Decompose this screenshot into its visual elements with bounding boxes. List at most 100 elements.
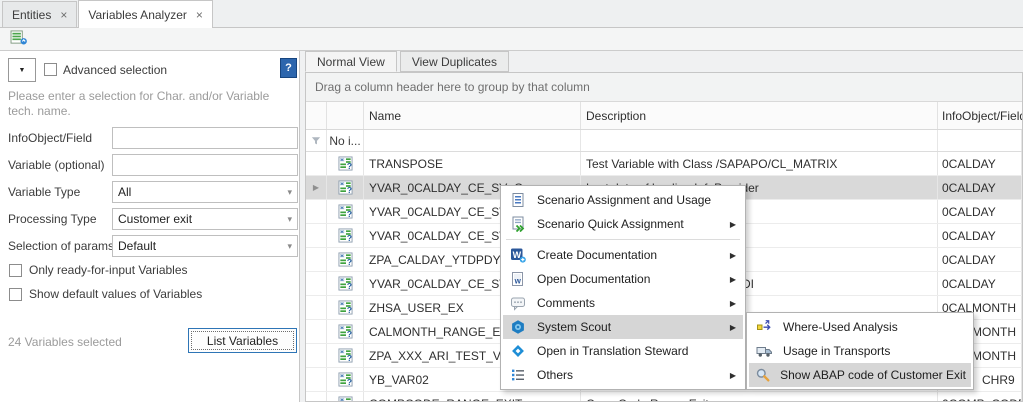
scenario-quick-assignment-icon xyxy=(508,216,528,232)
row-indicator xyxy=(306,320,327,343)
variable-question-icon: ? xyxy=(327,392,364,402)
help-button[interactable]: ? xyxy=(280,58,297,78)
advanced-selection-checkbox[interactable] xyxy=(44,63,57,76)
comments-icon xyxy=(508,295,528,311)
menu-item-system-scout[interactable]: System Scout ▶ xyxy=(503,315,743,339)
only-ready-for-input-variables-checkbox[interactable] xyxy=(9,264,22,277)
only-ready-for-input-variables-label: Only ready-for-input Variables xyxy=(29,263,188,277)
menu-item-scenario-quick-assignment[interactable]: Scenario Quick Assignment▶ xyxy=(503,212,743,236)
svg-text:?: ? xyxy=(346,305,351,315)
submenu-arrow-icon: ▶ xyxy=(730,251,738,260)
tab-label: Entities xyxy=(12,8,51,22)
menu-item-others[interactable]: Others▶ xyxy=(503,363,743,387)
show-default-values-of-variables-label: Show default values of Variables xyxy=(29,287,202,301)
window-tab-bar: Entities × Variables Analyzer × xyxy=(0,0,1023,28)
menu-item-where-used-analysis[interactable]: Where-Used Analysis xyxy=(749,315,971,339)
cell-description[interactable]: CompCode Range Exit xyxy=(581,392,938,402)
variable-question-icon: ? xyxy=(327,272,364,295)
list-variables-button[interactable]: List Variables xyxy=(188,328,297,353)
filter-row: No i... xyxy=(306,130,1022,152)
selection-of-params-value: Default xyxy=(118,239,156,253)
cell-infoobject[interactable]: 0CALDAY xyxy=(938,272,1022,295)
filter-icon xyxy=(310,135,322,147)
cell-description[interactable]: Test Variable with Class /SAPAPO/CL_MATR… xyxy=(581,152,938,175)
chevron-down-icon: ▼ xyxy=(19,67,26,74)
create-documentation-icon: W xyxy=(508,247,528,263)
view-tab-normal-view[interactable]: Normal View xyxy=(305,51,397,72)
variable-question-icon: ? xyxy=(327,344,364,367)
cell-name[interactable]: TRANSPOSE xyxy=(364,152,581,175)
menu-separator xyxy=(506,239,740,240)
view-tab-view-duplicates[interactable]: View Duplicates xyxy=(400,51,509,72)
menu-item-open-documentation[interactable]: wOpen Documentation▶ xyxy=(503,267,743,291)
menu-item-create-documentation[interactable]: W Create Documentation ▶ xyxy=(503,243,743,267)
menu-item-show-abap-code-of-customer-exit[interactable]: Show ABAP code of Customer Exit xyxy=(749,363,971,387)
menu-item-label: Open Documentation xyxy=(537,272,650,286)
svg-text:?: ? xyxy=(346,257,351,267)
selection-menu-button[interactable]: ▼ xyxy=(8,58,36,82)
show-default-values-of-variables-checkbox[interactable] xyxy=(9,288,22,301)
variable-optional-input[interactable] xyxy=(112,154,298,176)
row-indicator xyxy=(306,224,327,247)
infoobject-field-input[interactable] xyxy=(112,127,298,149)
processing-type-select[interactable]: Customer exit▾ xyxy=(112,208,298,230)
cell-infoobject[interactable]: 0CALDAY xyxy=(938,176,1022,199)
field-row-variable-optional: Variable (optional) xyxy=(8,154,298,178)
row-indicator xyxy=(306,344,327,367)
column-header-description[interactable]: Description xyxy=(581,102,938,129)
cell-infoobject[interactable]: 0COMP_CODE xyxy=(938,392,1022,402)
selection-of-params-select[interactable]: Default▾ xyxy=(112,235,298,257)
table-row[interactable]: ?COMPCODE_RANGE_EXITCompCode Range Exit0… xyxy=(306,392,1022,402)
row-indicator xyxy=(306,200,327,223)
checkbox-row-show-default-values-of-variables: Show default values of Variables xyxy=(9,286,202,302)
variable-question-icon: ? xyxy=(327,248,364,271)
cell-infoobject[interactable]: 0CALDAY xyxy=(938,248,1022,271)
svg-text:?: ? xyxy=(346,377,351,387)
context-menu: Scenario Assignment and UsageScenario Qu… xyxy=(500,185,746,390)
variable-type-value: All xyxy=(118,185,131,199)
group-by-bar[interactable]: Drag a column header here to group by th… xyxy=(306,73,1022,102)
transport-truck-icon xyxy=(754,344,774,359)
tab-entities[interactable]: Entities × xyxy=(2,1,77,27)
cell-name[interactable]: COMPCODE_RANGE_EXIT xyxy=(364,392,581,402)
menu-item-label: Create Documentation xyxy=(537,248,657,262)
cell-infoobject[interactable]: 0CALDAY xyxy=(938,152,1022,175)
filter-cell-name[interactable] xyxy=(364,130,581,151)
variable-question-icon: ? xyxy=(327,200,364,223)
menu-item-usage-in-transports[interactable]: Usage in Transports xyxy=(749,339,971,363)
menu-item-open-in-translation-steward[interactable]: Open in Translation Steward xyxy=(503,339,743,363)
row-indicator xyxy=(306,368,327,391)
advanced-selection-label: Advanced selection xyxy=(63,63,167,77)
close-icon[interactable]: × xyxy=(196,9,203,21)
variable-question-icon: ? xyxy=(327,296,364,319)
processing-type-value: Customer exit xyxy=(118,212,192,226)
table-header: NameDescriptionInfoObject/Field xyxy=(306,102,1022,130)
filter-cell-icon[interactable]: No i... xyxy=(327,130,364,151)
field-row-infoobject-field: InfoObject/Field xyxy=(8,127,298,151)
close-icon[interactable]: × xyxy=(60,9,67,21)
menu-item-label: System Scout xyxy=(537,320,611,334)
field-row-processing-type: Processing TypeCustomer exit▾ xyxy=(8,208,298,232)
menu-item-comments[interactable]: Comments▶ xyxy=(503,291,743,315)
column-header-icon[interactable] xyxy=(327,102,364,129)
excel-export-icon[interactable] xyxy=(10,30,28,48)
cell-infoobject[interactable]: 0CALDAY xyxy=(938,224,1022,247)
column-header-indicator[interactable] xyxy=(306,102,327,129)
column-header-infoobject-field[interactable]: InfoObject/Field xyxy=(938,102,1023,129)
chevron-down-icon: ▾ xyxy=(287,187,292,198)
submenu-arrow-icon: ▶ xyxy=(730,323,738,332)
column-header-name[interactable]: Name xyxy=(364,102,581,129)
cell-infoobject[interactable]: 0CALDAY xyxy=(938,200,1022,223)
variable-type-select[interactable]: All ▾ xyxy=(112,181,298,203)
svg-text:?: ? xyxy=(346,329,351,339)
filter-cell-infoobject[interactable] xyxy=(938,130,1022,151)
row-indicator: ▶ xyxy=(306,176,327,199)
filter-button[interactable] xyxy=(306,130,327,151)
row-indicator xyxy=(306,248,327,271)
menu-item-scenario-assignment-and-usage[interactable]: Scenario Assignment and Usage xyxy=(503,188,743,212)
table-row[interactable]: ?TRANSPOSETest Variable with Class /SAPA… xyxy=(306,152,1022,176)
tab-label: Variables Analyzer xyxy=(88,8,187,22)
tab-variables-analyzer[interactable]: Variables Analyzer × xyxy=(78,0,213,28)
scenario-assignment-icon xyxy=(508,192,528,208)
filter-cell-description[interactable] xyxy=(581,130,938,151)
